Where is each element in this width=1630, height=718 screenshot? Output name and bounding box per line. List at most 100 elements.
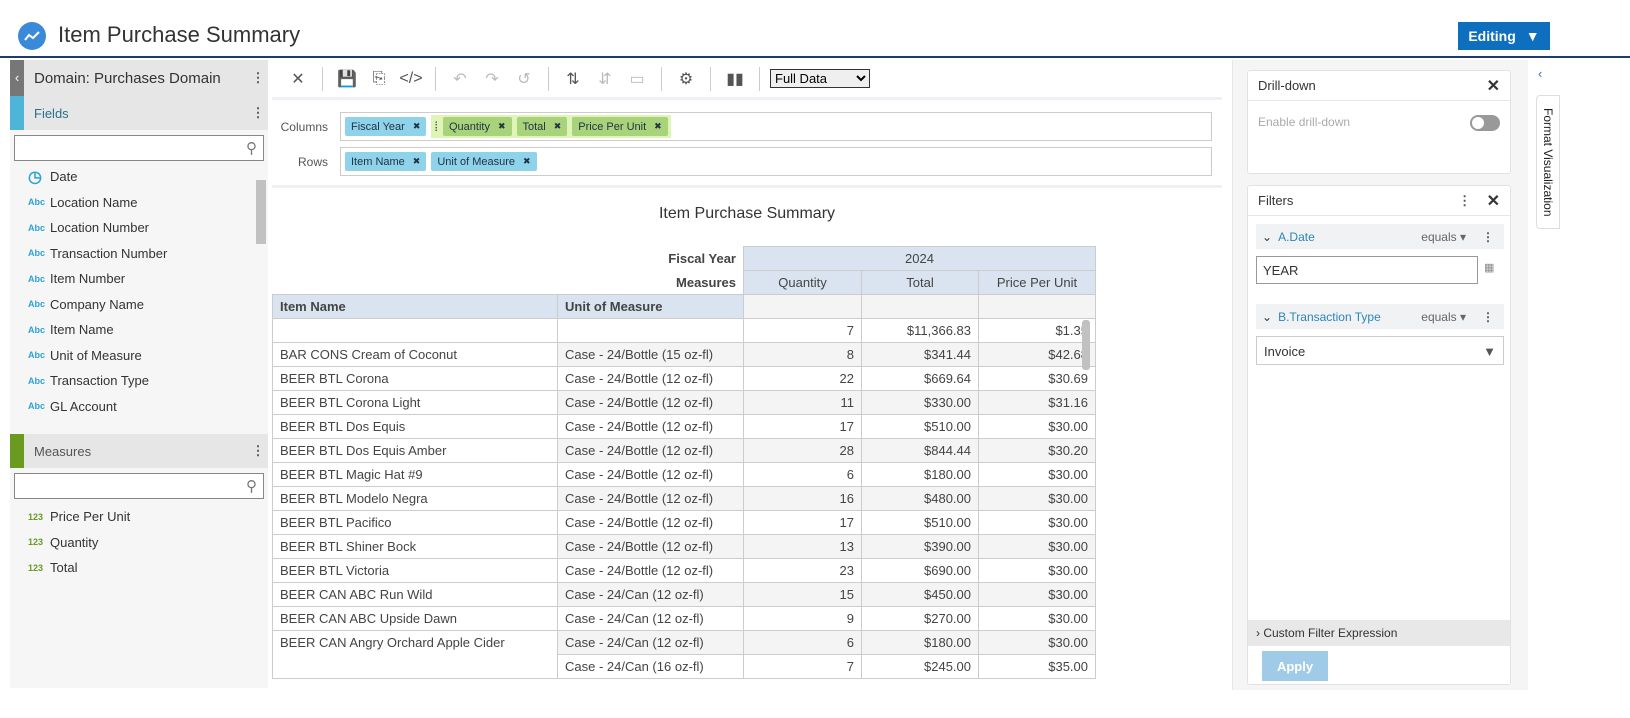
remove-chip-icon[interactable]: ✖ [523,156,531,167]
revert-icon[interactable]: ↺ [510,69,538,89]
table-row: BEER BTL Dos Equis Case - 24/Bottle (12 o… [272,414,1096,439]
year-header[interactable]: 2024 [743,246,1096,271]
editing-mode-button[interactable]: Editing ▼ [1458,22,1550,50]
measure-header[interactable]: Total [861,270,979,295]
remove-chip-icon[interactable]: ✖ [413,121,421,132]
custom-filter-expression[interactable]: › Custom Filter Expression [1248,620,1510,646]
domain-menu-icon[interactable]: ⋮ [248,70,268,86]
field-chip[interactable]: Quantity ✖ [442,117,512,136]
field-item[interactable]: Abc Item Number [10,266,268,292]
measures-group[interactable]: ⁞ Quantity ✖ Total ✖ Price Per Unit ✖ [431,115,671,138]
search-icon: ⚲ [246,140,257,157]
price-cell: $30.00 [978,534,1096,559]
field-chip[interactable]: Item Name ✖ [345,152,427,171]
close-icon[interactable]: ✕ [1487,191,1500,211]
total-cell: $180.00 [861,630,979,655]
export-icon[interactable]: ⎘ [365,70,393,88]
drilldown-toggle[interactable] [1470,115,1500,131]
item-name-cell: BEER BTL Magic Hat #9 [272,462,558,487]
field-item[interactable]: 123 Quantity [10,530,268,556]
field-item[interactable]: Abc Unit of Measure [10,343,268,369]
filter-operator[interactable]: equals ▾ [1421,310,1466,324]
collapse-format-icon[interactable]: ‹ [1538,66,1542,81]
quantity-cell: 17 [743,510,862,535]
remove-chip-icon[interactable]: ✖ [654,121,662,132]
text-type-icon: Abc [28,401,46,412]
unit-cell: Case - 24/Bottle (12 oz-fl) [557,486,744,511]
filters-menu-icon[interactable]: ⋮ [1455,193,1475,209]
sort-icon[interactable]: ⇵ [591,69,619,89]
field-item[interactable]: Abc Transaction Type [10,368,268,394]
field-item[interactable]: Abc Transaction Number [10,241,268,267]
row-header[interactable]: Item Name [272,294,558,319]
rows-dropzone[interactable]: Item Name ✖ Unit of Measure ✖ [340,147,1212,176]
price-cell: $30.69 [978,366,1096,391]
undo-icon[interactable]: ↶ [446,69,474,89]
total-cell: $450.00 [861,582,979,607]
data-scope-select[interactable]: Full Data [770,69,870,88]
fields-scrollbar[interactable] [256,180,266,244]
report-title: Item Purchase Summary [658,205,836,222]
fields-title: Fields [34,105,69,121]
field-item[interactable]: Abc GL Account [10,394,268,420]
code-icon[interactable]: </> [397,70,425,88]
remove-chip-icon[interactable]: ✖ [413,156,421,167]
table-row: BEER BTL Victoria Case - 24/Bottle (12 oz… [272,558,1096,583]
swap-axes-icon[interactable]: ⇅ [559,69,587,89]
field-chip[interactable]: Price Per Unit ✖ [572,117,668,136]
calendar-icon[interactable]: ▦ [1484,261,1494,274]
filter-transaction-type[interactable]: ⌄ B.Transaction Type equals ▾ ⋮ [1256,304,1504,329]
measure-header[interactable]: Price Per Unit [978,270,1096,295]
format-visualization-tab[interactable]: Format Visualization [1536,95,1560,229]
measures-menu-icon[interactable]: ⋮ [248,443,268,459]
close-icon[interactable]: ✕ [1487,76,1500,96]
unit-cell: Case - 24/Bottle (12 oz-fl) [557,438,744,463]
filter-date[interactable]: ⌄ A.Date equals ▾ ⋮ [1256,224,1504,249]
remove-chip-icon[interactable]: ✖ [498,121,506,132]
layout-icon[interactable]: ▭ [623,69,651,89]
item-name-cell: BEER BTL Dos Equis [272,414,558,439]
field-chip[interactable]: Unit of Measure ✖ [431,152,537,171]
price-cell: $42.68 [978,342,1096,367]
field-label: Date [50,169,78,185]
field-item[interactable]: Abc Location Number [10,215,268,241]
fiscal-year-label: Fiscal Year [668,251,736,266]
chart-type-icon[interactable]: ▮▮ [721,69,749,89]
collapse-left-icon[interactable]: ‹ [10,60,24,96]
transaction-type-select[interactable]: Invoice ▼ [1256,336,1504,365]
unit-cell: Case - 24/Can (12 oz-fl) [557,582,744,607]
row-header[interactable]: Unit of Measure [557,294,744,319]
field-chip[interactable]: Total ✖ [516,117,568,136]
columns-dropzone[interactable]: Fiscal Year ✖ ⁞ Quantity ✖ Total ✖ Price Per Un… [340,112,1212,141]
unit-cell: Case - 24/Bottle (12 oz-fl) [557,390,744,415]
chip-label: Quantity [448,120,490,133]
filter-operator[interactable]: equals ▾ [1421,230,1466,244]
field-item[interactable]: ◷ Date [10,164,268,190]
field-item[interactable]: Abc Item Name [10,317,268,343]
measures-search-input[interactable]: ⚲ [14,473,264,499]
table-row: BEER BTL Shiner Bock Case - 24/Bottle (12… [272,534,1096,559]
save-icon[interactable]: 💾 [333,69,361,89]
field-item[interactable]: 123 Total [10,555,268,581]
remove-chip-icon[interactable]: ✖ [554,121,562,132]
date-filter-input[interactable]: YEAR [1256,256,1478,284]
table-scrollbar[interactable] [1082,320,1090,370]
field-item[interactable]: Abc Location Name [10,190,268,216]
field-item[interactable]: Abc Company Name [10,292,268,318]
close-icon[interactable]: ✕ [284,69,312,89]
settings-gear-icon[interactable]: ⚙ [672,69,700,89]
apply-button[interactable]: Apply [1262,651,1328,681]
unit-cell: Case - 24/Can (12 oz-fl) [557,630,744,655]
filter-menu-icon[interactable]: ⋮ [1478,310,1498,324]
field-item[interactable]: 123 Price Per Unit [10,504,268,530]
fields-search-input[interactable]: ⚲ [14,135,264,161]
drag-handle-icon[interactable]: ⁞ [434,119,438,134]
redo-icon[interactable]: ↷ [478,69,506,89]
fields-menu-icon[interactable]: ⋮ [248,105,268,121]
field-chip[interactable]: Fiscal Year ✖ [345,117,427,136]
measure-header[interactable]: Quantity [743,270,862,295]
editing-label: Editing [1468,28,1516,44]
filter-menu-icon[interactable]: ⋮ [1478,230,1498,244]
table-row: BEER BTL Magic Hat #9 Case - 24/Bottle (1… [272,462,1096,487]
filter-name: B.Transaction Type [1278,309,1381,324]
